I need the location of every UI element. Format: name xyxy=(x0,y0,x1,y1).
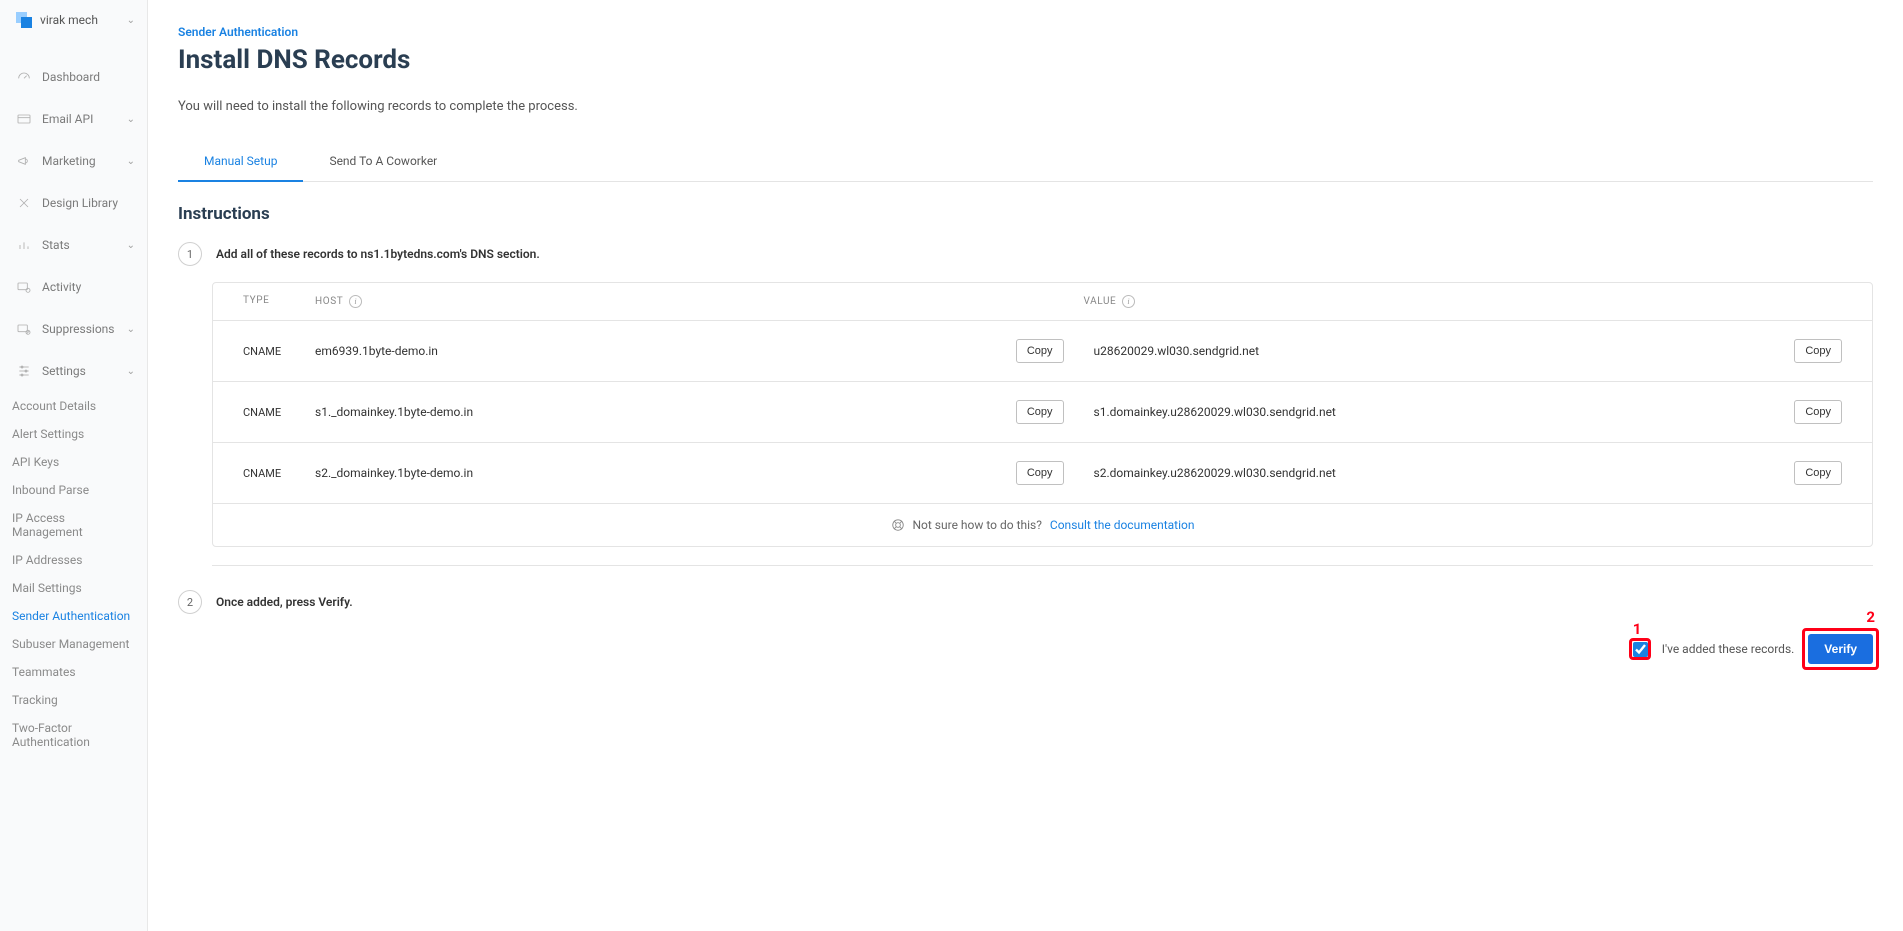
nav-activity[interactable]: Activity xyxy=(0,266,147,308)
envelope-block-icon xyxy=(16,321,32,337)
info-icon[interactable]: i xyxy=(1122,295,1135,308)
lifering-icon xyxy=(891,518,905,532)
breadcrumb[interactable]: Sender Authentication xyxy=(178,25,1873,39)
tabs: Manual Setup Send To A Coworker xyxy=(178,142,1873,182)
step-number: 1 xyxy=(178,242,202,266)
cell-type: CNAME xyxy=(233,345,315,358)
records-added-label: I've added these records. xyxy=(1662,642,1795,656)
card-icon xyxy=(16,111,32,127)
chevron-down-icon: ⌄ xyxy=(127,324,135,335)
page-description: You will need to install the following r… xyxy=(178,99,1873,114)
chevron-down-icon: ⌄ xyxy=(127,240,135,251)
cell-type: CNAME xyxy=(233,406,315,419)
cell-value: u28620029.wl030.sendgrid.net xyxy=(1094,344,1260,358)
sub-mail-settings[interactable]: Mail Settings xyxy=(0,574,147,602)
docs-link[interactable]: Consult the documentation xyxy=(1050,518,1195,532)
sidebar: virak mech ⌄ Dashboard Email API ⌄ Marke… xyxy=(0,0,148,931)
cell-value: s2.domainkey.u28620029.wl030.sendgrid.ne… xyxy=(1094,466,1336,480)
verify-button[interactable]: Verify xyxy=(1808,634,1873,664)
nav-settings[interactable]: Settings ⌄ xyxy=(0,350,147,392)
sub-account-details[interactable]: Account Details xyxy=(0,392,147,420)
table-row: CNAME s2._domainkey.1byte-demo.in Copy s… xyxy=(213,442,1872,503)
verify-row: 1 I've added these records. 2 Verify xyxy=(178,634,1873,664)
footer-text: Not sure how to do this? xyxy=(913,518,1042,532)
sub-tracking[interactable]: Tracking xyxy=(0,686,147,714)
sub-alert-settings[interactable]: Alert Settings xyxy=(0,420,147,448)
th-type: TYPE xyxy=(233,295,315,308)
chevron-down-icon: ⌄ xyxy=(127,15,135,26)
sub-inbound-parse[interactable]: Inbound Parse xyxy=(0,476,147,504)
sub-subuser[interactable]: Subuser Management xyxy=(0,630,147,658)
table-footer: Not sure how to do this? Consult the doc… xyxy=(213,503,1872,546)
tools-icon xyxy=(16,195,32,211)
table-row: CNAME em6939.1byte-demo.in Copy u2862002… xyxy=(213,320,1872,381)
nav-marketing[interactable]: Marketing ⌄ xyxy=(0,140,147,182)
th-value: VALUE i xyxy=(1084,295,1853,308)
sub-api-keys[interactable]: API Keys xyxy=(0,448,147,476)
nav-design-library[interactable]: Design Library xyxy=(0,182,147,224)
megaphone-icon xyxy=(16,153,32,169)
logo-icon xyxy=(16,12,32,28)
tab-manual-setup[interactable]: Manual Setup xyxy=(178,142,303,182)
chevron-down-icon: ⌄ xyxy=(127,114,135,125)
table-row: CNAME s1._domainkey.1byte-demo.in Copy s… xyxy=(213,381,1872,442)
cell-host: s1._domainkey.1byte-demo.in xyxy=(315,405,473,419)
gauge-icon xyxy=(16,69,32,85)
info-icon[interactable]: i xyxy=(349,295,362,308)
copy-value-button[interactable]: Copy xyxy=(1794,339,1842,363)
sub-sender-auth[interactable]: Sender Authentication xyxy=(0,602,147,630)
chevron-down-icon: ⌄ xyxy=(127,366,135,377)
cell-type: CNAME xyxy=(233,467,315,480)
nav-stats[interactable]: Stats ⌄ xyxy=(0,224,147,266)
dns-records-table: TYPE HOST i VALUE i CNAME em6939.1byte-d… xyxy=(212,282,1873,547)
cell-value: s1.domainkey.u28620029.wl030.sendgrid.ne… xyxy=(1094,405,1336,419)
table-header: TYPE HOST i VALUE i xyxy=(213,283,1872,320)
records-added-checkbox[interactable] xyxy=(1633,642,1648,657)
cell-host: s2._domainkey.1byte-demo.in xyxy=(315,466,473,480)
tab-send-coworker[interactable]: Send To A Coworker xyxy=(303,142,463,181)
step-2-text: Once added, press Verify. xyxy=(216,595,353,609)
bar-chart-icon xyxy=(16,237,32,253)
sub-two-factor[interactable]: Two-Factor Authentication xyxy=(0,714,147,756)
instructions-heading: Instructions xyxy=(178,204,1873,224)
sub-teammates[interactable]: Teammates xyxy=(0,658,147,686)
page-title: Install DNS Records xyxy=(178,45,1873,75)
annotation-number-1: 1 xyxy=(1633,620,1642,638)
envelope-search-icon xyxy=(16,279,32,295)
copy-value-button[interactable]: Copy xyxy=(1794,461,1842,485)
account-name: virak mech xyxy=(40,13,119,27)
main-content: Sender Authentication Install DNS Record… xyxy=(148,0,1903,931)
sub-ip-addresses[interactable]: IP Addresses xyxy=(0,546,147,574)
cell-host: em6939.1byte-demo.in xyxy=(315,344,438,358)
sliders-icon xyxy=(16,363,32,379)
sub-ip-access[interactable]: IP Access Management xyxy=(0,504,147,546)
th-host: HOST i xyxy=(315,295,1084,308)
nav-email-api[interactable]: Email API ⌄ xyxy=(0,98,147,140)
copy-host-button[interactable]: Copy xyxy=(1016,400,1064,424)
nav-suppressions[interactable]: Suppressions ⌄ xyxy=(0,308,147,350)
chevron-down-icon: ⌄ xyxy=(127,156,135,167)
annotation-number-2: 2 xyxy=(1866,608,1875,626)
step-2: 2 Once added, press Verify. xyxy=(178,590,1873,614)
account-switcher[interactable]: virak mech ⌄ xyxy=(0,0,147,50)
copy-host-button[interactable]: Copy xyxy=(1016,461,1064,485)
step-1-text: Add all of these records to ns1.1bytedns… xyxy=(216,247,540,261)
divider xyxy=(212,565,1873,566)
nav-dashboard[interactable]: Dashboard xyxy=(0,56,147,98)
step-number: 2 xyxy=(178,590,202,614)
step-1: 1 Add all of these records to ns1.1byted… xyxy=(178,242,1873,266)
copy-host-button[interactable]: Copy xyxy=(1016,339,1064,363)
copy-value-button[interactable]: Copy xyxy=(1794,400,1842,424)
